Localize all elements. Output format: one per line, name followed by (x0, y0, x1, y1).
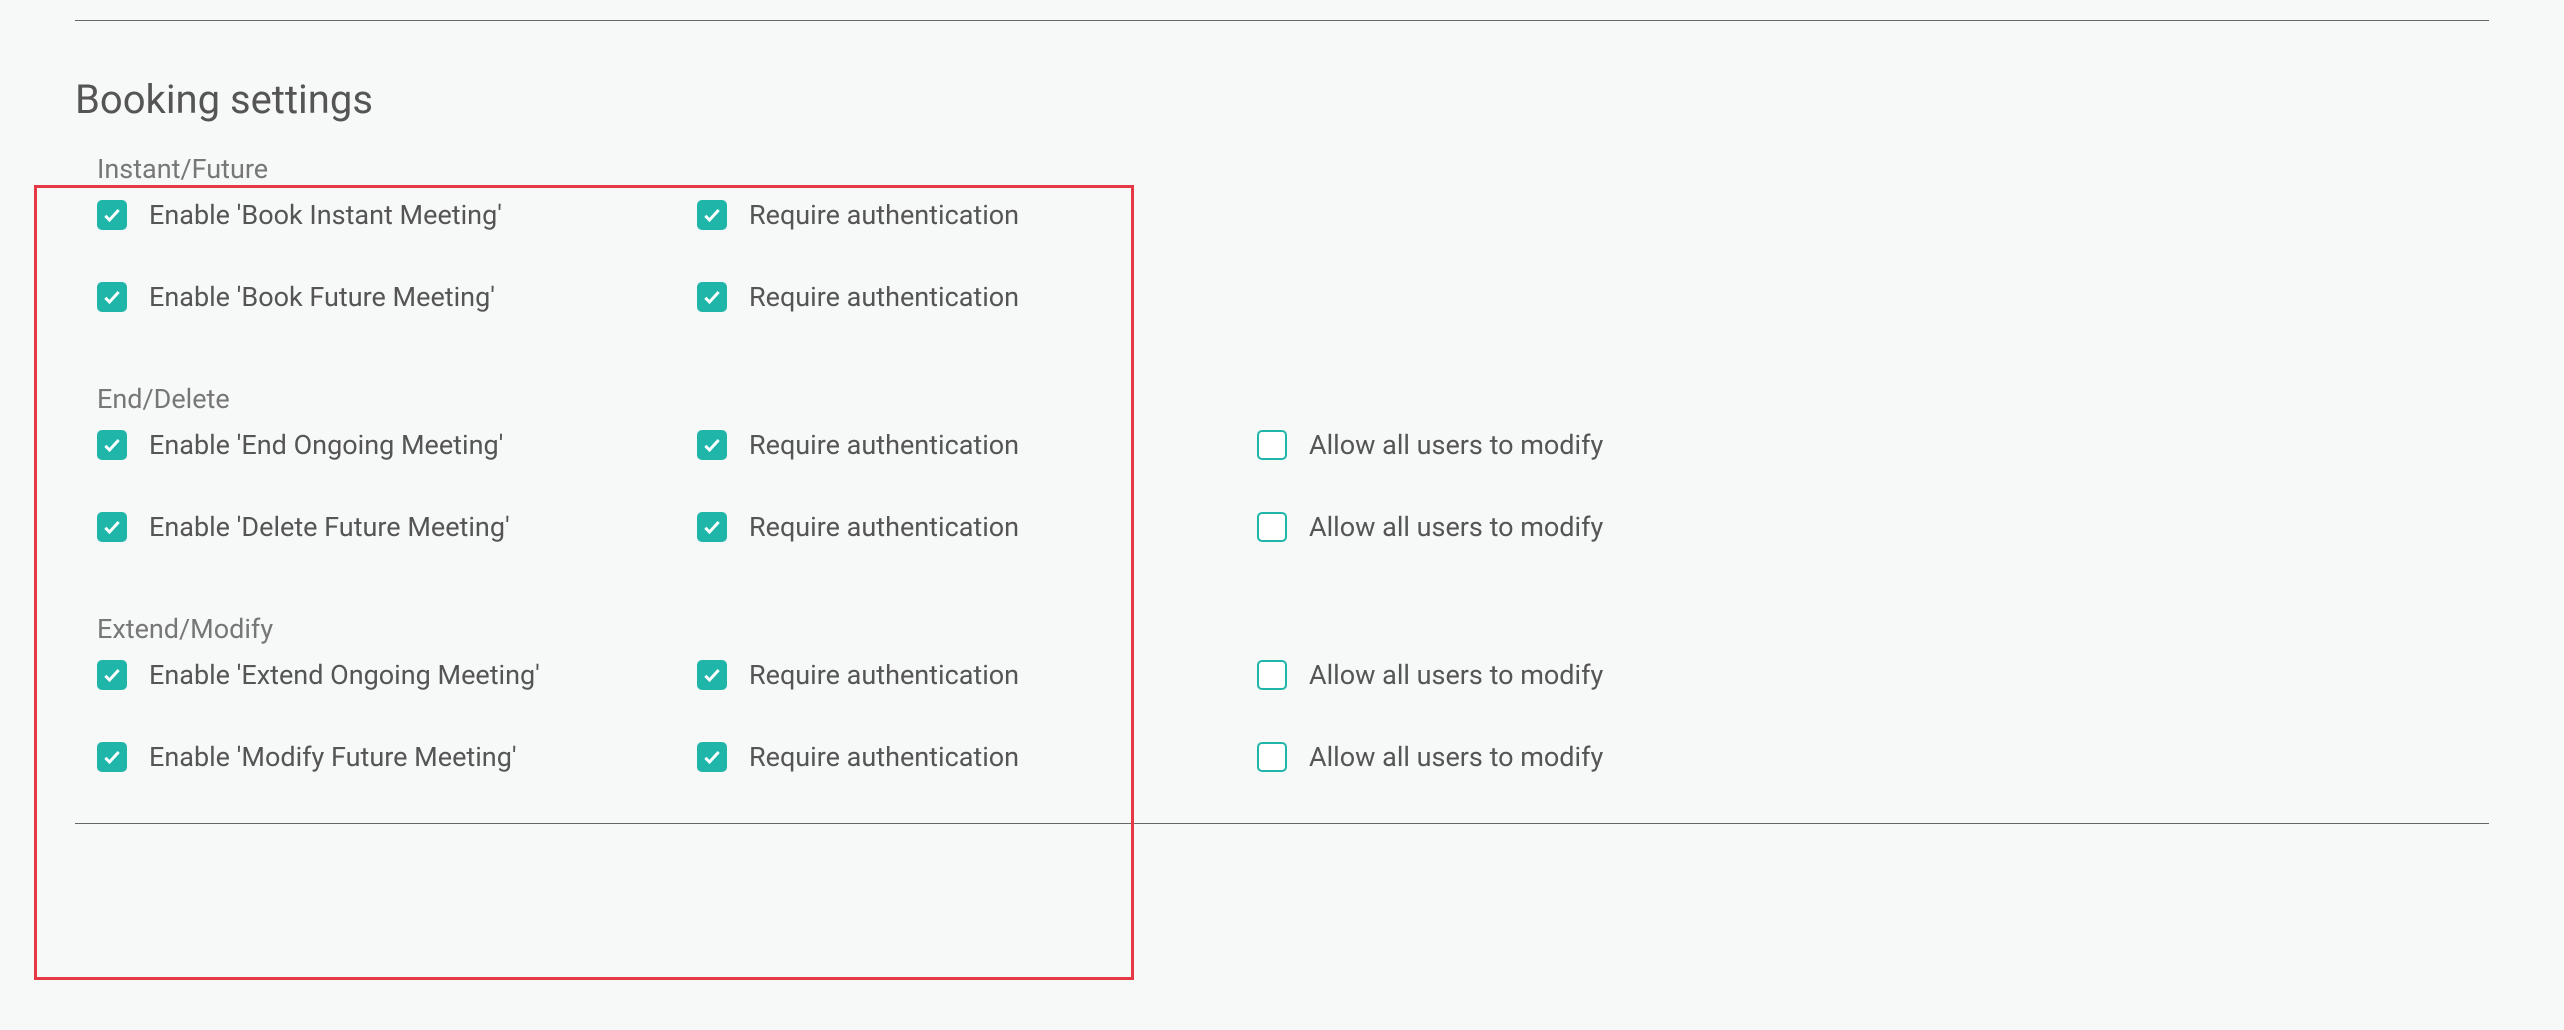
check-icon (702, 435, 722, 455)
divider-bottom (75, 823, 2489, 824)
require-auth-label: Require authentication (749, 199, 1019, 231)
settings-row: Enable 'End Ongoing Meeting' Require auth… (75, 429, 2489, 461)
check-icon (702, 205, 722, 225)
enable-label: Enable 'Extend Ongoing Meeting' (149, 659, 540, 691)
allow-all-users-label: Allow all users to modify (1309, 659, 1603, 691)
check-icon (702, 665, 722, 685)
check-icon (102, 205, 122, 225)
check-icon (102, 287, 122, 307)
enable-label: Enable 'End Ongoing Meeting' (149, 429, 503, 461)
require-auth-label: Require authentication (749, 511, 1019, 543)
enable-enable-checkbox[interactable] (97, 282, 127, 312)
group-heading-instant-future: Instant/Future (97, 153, 2489, 185)
require-auth-checkbox[interactable] (697, 742, 727, 772)
check-icon (102, 665, 122, 685)
require-auth-label: Require authentication (749, 281, 1019, 313)
require-auth-checkbox[interactable] (697, 660, 727, 690)
require-auth-checkbox[interactable] (697, 200, 727, 230)
divider-top (75, 20, 2489, 21)
check-icon (102, 517, 122, 537)
allow-all-users-label: Allow all users to modify (1309, 511, 1603, 543)
allow-all-users-label: Allow all users to modify (1309, 429, 1603, 461)
check-icon (102, 435, 122, 455)
group-heading-extend-modify: Extend/Modify (97, 613, 2489, 645)
require-auth-checkbox[interactable] (697, 430, 727, 460)
require-auth-label: Require authentication (749, 659, 1019, 691)
enable-label: Enable 'Book Future Meeting' (149, 281, 495, 313)
enable-enable-checkbox[interactable] (97, 660, 127, 690)
check-icon (702, 747, 722, 767)
enable-enable-checkbox[interactable] (97, 742, 127, 772)
enable-enable-checkbox[interactable] (97, 430, 127, 460)
group-heading-end-delete: End/Delete (97, 383, 2489, 415)
settings-row: Enable 'Extend Ongoing Meeting' Require a… (75, 659, 2489, 691)
allow-all-users-checkbox[interactable] (1257, 742, 1287, 772)
allow-all-users-label: Allow all users to modify (1309, 741, 1603, 773)
enable-label: Enable 'Book Instant Meeting' (149, 199, 502, 231)
require-auth-checkbox[interactable] (697, 512, 727, 542)
allow-all-users-checkbox[interactable] (1257, 660, 1287, 690)
enable-label: Enable 'Delete Future Meeting' (149, 511, 510, 543)
section-title: Booking settings (75, 76, 2489, 123)
enable-label: Enable 'Modify Future Meeting' (149, 741, 517, 773)
enable-enable-checkbox[interactable] (97, 512, 127, 542)
settings-row: Enable 'Delete Future Meeting' Require au… (75, 511, 2489, 543)
settings-row: Enable 'Modify Future Meeting' Require au… (75, 741, 2489, 773)
booking-settings-grid: Instant/Future Enable 'Book Instant Meeti… (75, 153, 2489, 773)
enable-enable-checkbox[interactable] (97, 200, 127, 230)
settings-row: Enable 'Book Instant Meeting' Require aut… (75, 199, 2489, 231)
require-auth-label: Require authentication (749, 429, 1019, 461)
check-icon (702, 517, 722, 537)
require-auth-checkbox[interactable] (697, 282, 727, 312)
allow-all-users-checkbox[interactable] (1257, 430, 1287, 460)
check-icon (102, 747, 122, 767)
allow-all-users-checkbox[interactable] (1257, 512, 1287, 542)
require-auth-label: Require authentication (749, 741, 1019, 773)
settings-row: Enable 'Book Future Meeting' Require auth… (75, 281, 2489, 313)
check-icon (702, 287, 722, 307)
